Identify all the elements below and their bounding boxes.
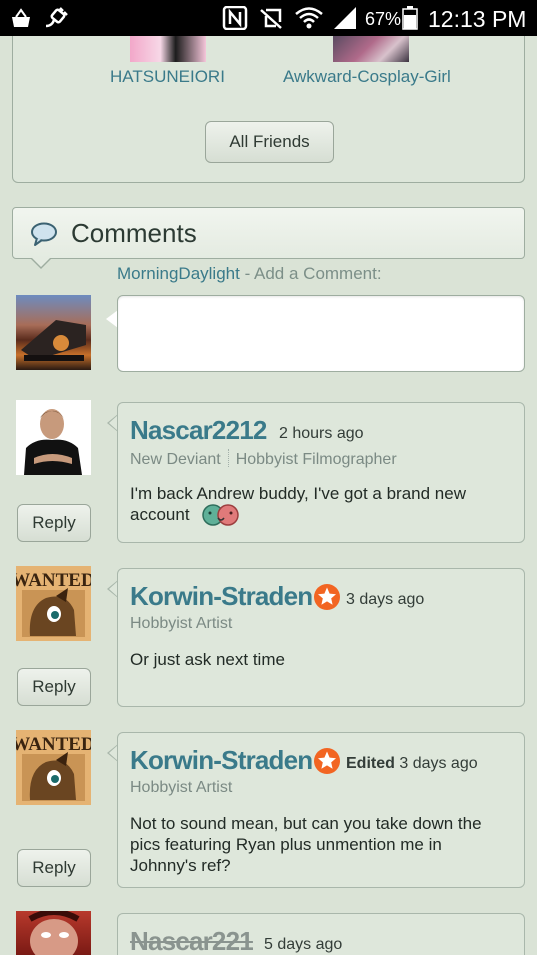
comments-header: Comments <box>12 207 525 259</box>
friend-name-link[interactable]: Awkward-Cosplay-Girl <box>283 67 451 87</box>
vibrate-off-icon <box>258 6 284 30</box>
star-badge-icon <box>314 748 341 774</box>
commenter-avatar[interactable] <box>16 911 91 955</box>
comment-body: Not to sound mean, but can you take down… <box>130 814 482 875</box>
author-name[interactable]: Korwin-Straden <box>130 745 313 775</box>
friend-avatar[interactable] <box>130 36 206 62</box>
comments-title: Comments <box>71 218 197 248</box>
comment-time[interactable]: 3 days ago <box>346 591 424 609</box>
edited-label: Edited <box>346 755 395 772</box>
author-name[interactable]: Korwin-Straden <box>130 581 313 611</box>
star-badge-icon <box>314 584 341 610</box>
all-friends-button[interactable]: All Friends <box>205 121 334 163</box>
comment-author-link[interactable]: Korwin-Straden <box>130 581 341 612</box>
comment-body: I'm back Andrew buddy, I've got a brand … <box>130 483 490 525</box>
comment-input[interactable] <box>117 295 525 372</box>
clock: 12:13 PM <box>428 6 527 32</box>
friends-panel: HATSUNEIORI Awkward-Cosplay-Girl All Fri… <box>12 36 525 183</box>
status-bar: 67% 12:13 PM <box>0 0 537 36</box>
comment-text: I'm back Andrew buddy, I've got a brand … <box>130 484 466 524</box>
friend-name-link[interactable]: HATSUNEIORI <box>110 67 225 87</box>
comment-time[interactable]: 5 days ago <box>264 936 342 954</box>
comment-group: New Deviant <box>130 451 221 468</box>
comment-meta: New Deviant Hobbyist Filmographer <box>130 449 397 469</box>
wifi-icon <box>294 6 324 30</box>
commenter-avatar[interactable]: WANTED <box>16 566 91 641</box>
commenter-avatar[interactable]: WANTED <box>16 730 91 805</box>
current-user-link[interactable]: MorningDaylight <box>117 264 240 283</box>
battery-percent: 67% <box>365 9 402 29</box>
reply-button[interactable]: Reply <box>17 504 91 542</box>
plug-icon <box>42 6 68 30</box>
add-comment-label: - Add a Comment: <box>239 264 382 283</box>
comment-author-link[interactable]: Korwin-Straden <box>130 745 341 776</box>
comment-time-value: 3 days ago <box>399 755 478 772</box>
speech-bubble-icon <box>29 221 59 252</box>
header-notch-inner <box>31 257 51 267</box>
hugging-emoticon-icon <box>200 503 242 532</box>
comment-time[interactable]: 2 hours ago <box>279 425 364 443</box>
current-user-avatar[interactable] <box>16 295 91 370</box>
comment-item: Nascar221 5 days ago <box>117 913 525 955</box>
cell-signal-icon <box>332 6 358 30</box>
add-comment-line: MorningDaylight - Add a Comment: <box>117 264 382 284</box>
comment-role: Hobbyist Filmographer <box>235 451 397 468</box>
comment-item: Korwin-Straden Edited 3 days ago Hobbyis… <box>117 732 525 888</box>
comment-item: Nascar2212 2 hours ago New Deviant Hobbyi… <box>117 402 525 543</box>
comment-time[interactable]: Edited 3 days ago <box>346 755 478 773</box>
comment-body: Or just ask next time <box>130 650 285 669</box>
comment-role: Hobbyist Artist <box>130 779 233 796</box>
reply-button[interactable]: Reply <box>17 849 91 887</box>
comment-author-link[interactable]: Nascar221 <box>130 926 254 955</box>
commenter-avatar[interactable] <box>16 400 91 475</box>
svg-text:WANTED: WANTED <box>16 570 91 591</box>
shopping-bag-icon <box>10 6 32 30</box>
comment-item: Korwin-Straden 3 days ago Hobbyist Artis… <box>117 568 525 707</box>
nfc-icon <box>222 6 248 30</box>
svg-text:WANTED: WANTED <box>16 734 91 755</box>
friend-avatar[interactable] <box>333 36 409 62</box>
battery-icon <box>402 6 418 30</box>
comment-author-link[interactable]: Nascar2212 <box>130 415 267 446</box>
comment-role: Hobbyist Artist <box>130 615 233 632</box>
reply-button[interactable]: Reply <box>17 668 91 706</box>
